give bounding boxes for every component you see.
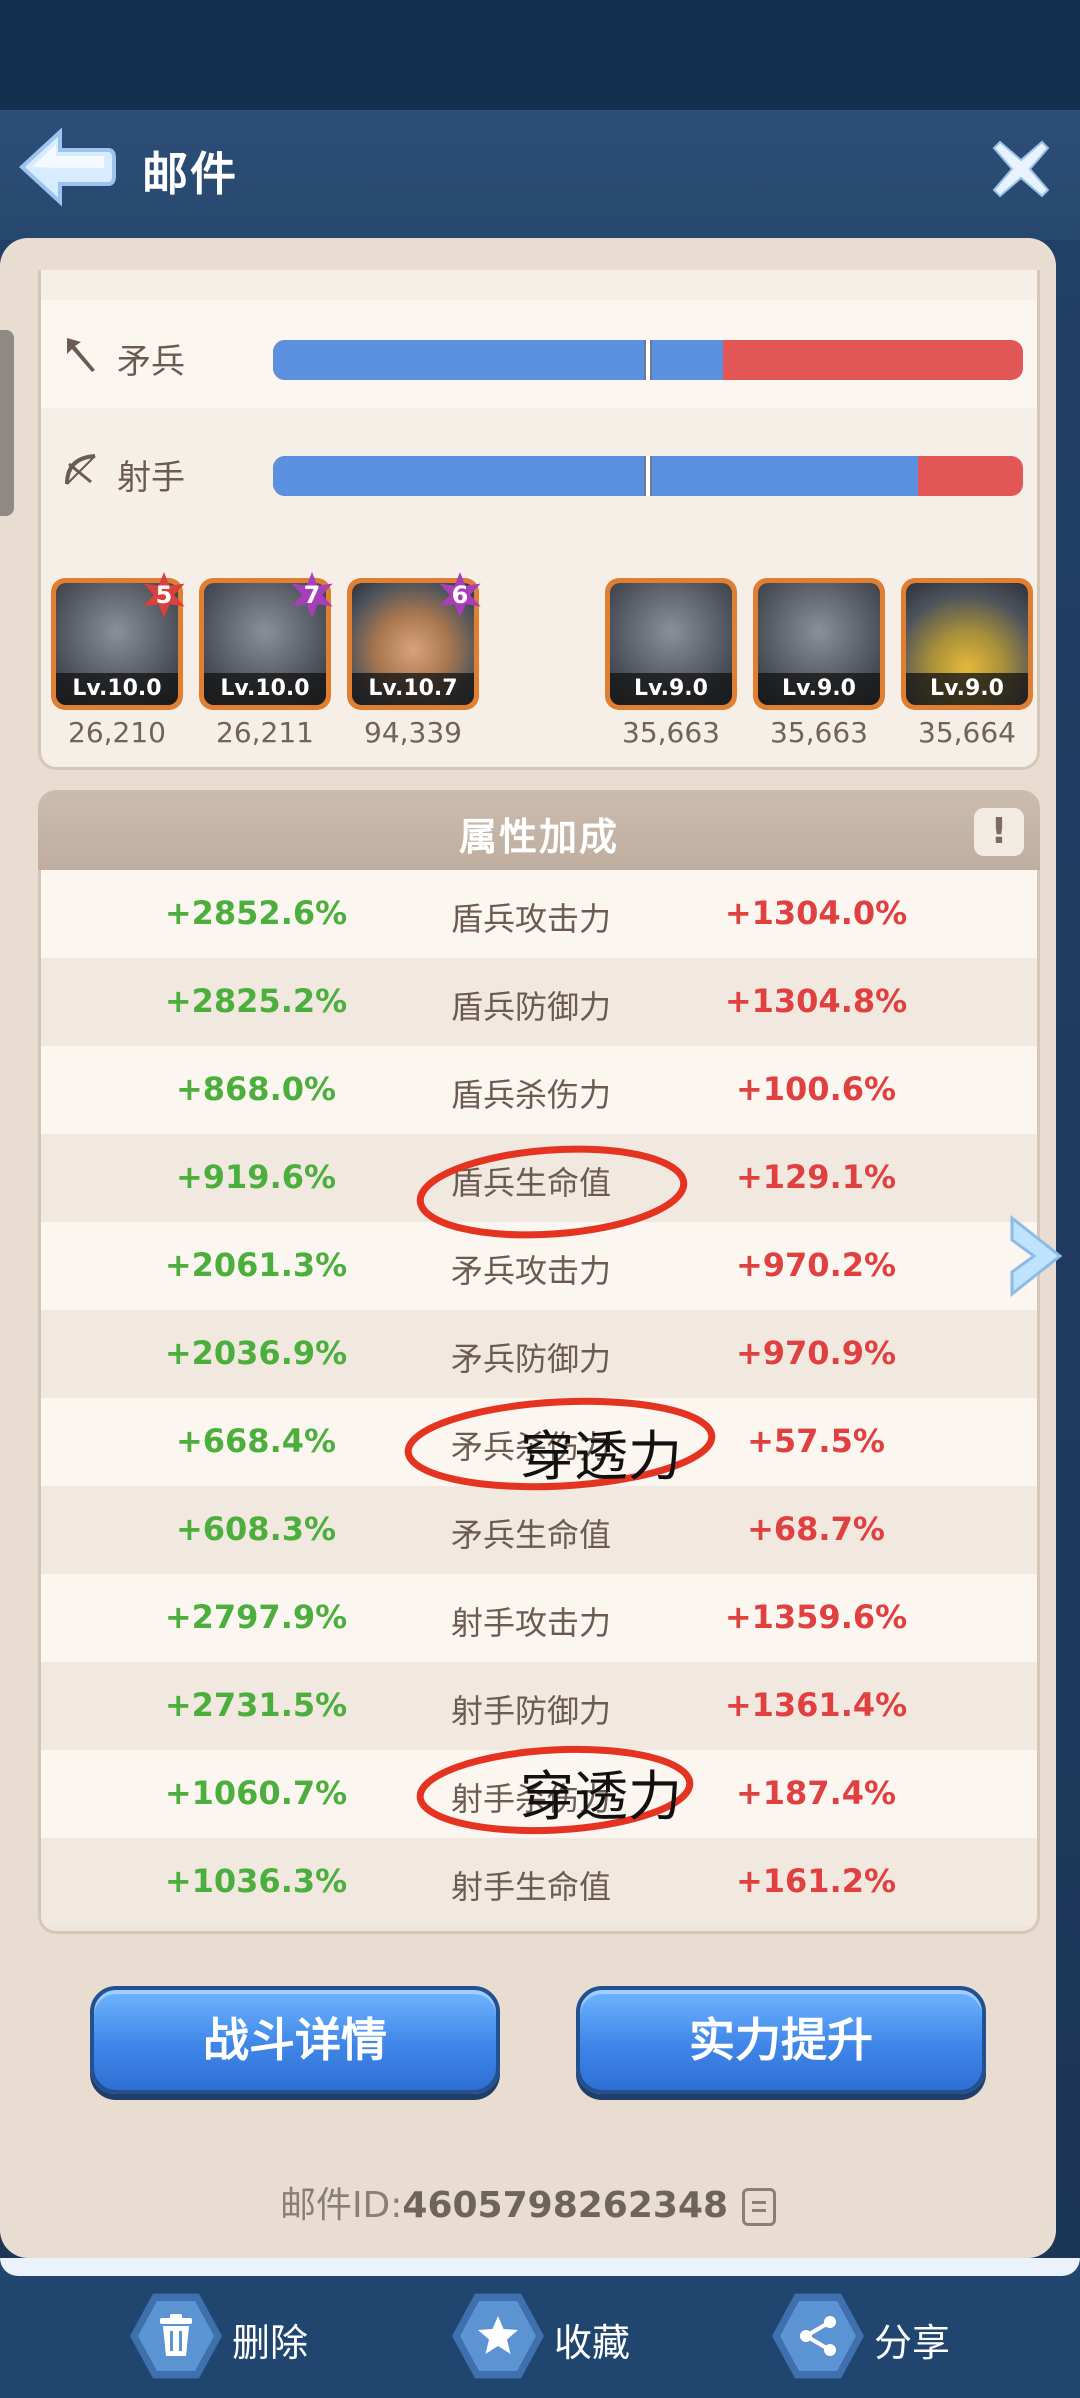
hero-level: Lv.9.0 [758,673,880,705]
bar-marker [644,456,652,496]
hero-card[interactable]: Lv.9.0 35,663 [605,578,737,749]
attribute-title: 属性加成 [458,815,619,859]
side-tab[interactable] [0,330,14,516]
close-icon[interactable] [990,138,1052,200]
hero-card[interactable]: Lv.9.0 35,663 [753,578,885,749]
attribute-row: +2797.9% 射手攻击力 +1359.6% [41,1574,1037,1662]
hero-level: Lv.10.0 [204,673,326,705]
ally-bonus: +2852.6% [164,894,348,932]
page-title: 邮件 [142,147,238,201]
info-button[interactable]: ! [974,808,1024,856]
ally-bonus: +1060.7% [164,1774,348,1812]
share-label: 分享 [874,2321,951,2365]
spear-icon [67,338,95,372]
enemy-bonus: +100.6% [735,1070,897,1108]
hero-card[interactable]: Lv.9.0 35,664 [901,578,1033,749]
hero-power: 94,339 [364,716,462,749]
enemy-bonus: +1304.0% [724,894,908,932]
hero-power: 26,211 [216,716,314,749]
ally-bonus: +1036.3% [164,1862,348,1900]
battle-details-button[interactable]: 战斗详情 [90,1986,500,2094]
enemy-bonus: +129.1% [735,1158,897,1196]
attribute-row: +2036.9% 矛兵防御力 +970.9% [41,1310,1037,1398]
troop-label: 射手 [117,458,185,498]
attribute-name: 射手防御力 [450,1692,611,1730]
attribute-row: +1036.3% 射手生命值 +161.2% [41,1838,1037,1926]
ally-bar [273,340,723,380]
attribute-name: 盾兵防御力 [450,988,611,1026]
attribute-row: +608.3% 矛兵生命值 +68.7% [41,1486,1037,1574]
ally-bonus: +919.6% [175,1158,337,1196]
mail-id: 邮件ID:4605798262348 [0,2176,1056,2228]
attribute-name: 矛兵攻击力 [450,1252,611,1290]
mail-id-label: 邮件ID: [279,2185,403,2226]
attribute-name: 盾兵攻击力 [450,900,611,938]
ally-bonus: +2731.5% [164,1686,348,1724]
enemy-bonus: +1359.6% [724,1598,908,1636]
power-compare-bar [273,456,1023,496]
enemy-bonus: +970.9% [735,1334,897,1372]
attribute-row: +2731.5% 射手防御力 +1361.4% [41,1662,1037,1750]
annotation-text: 穿透力 [520,1425,682,1488]
share-icon [800,2316,836,2356]
hero-level: Lv.10.7 [352,673,474,705]
ally-bonus: +2061.3% [164,1246,348,1284]
attribute-row: +2852.6% 盾兵攻击力 +1304.0% [41,870,1037,958]
power-up-button[interactable]: 实力提升 [576,1986,986,2094]
attribute-row: +2825.2% 盾兵防御力 +1304.8% [41,958,1037,1046]
enemy-bonus: +187.4% [735,1774,897,1812]
power-compare-bar [273,340,1023,380]
copy-icon[interactable] [742,2188,777,2226]
attribute-name: 矛兵防御力 [450,1340,611,1378]
attribute-row: +919.6% 盾兵生命值 +129.1% [41,1134,1037,1222]
status-area [0,0,1080,110]
hero-power: 26,210 [68,716,166,749]
enemy-bonus: +970.2% [735,1246,897,1284]
ally-bonus: +2797.9% [164,1598,348,1636]
ally-bonus: +2825.2% [164,982,348,1020]
enemy-bonus: +1304.8% [724,982,908,1020]
attribute-name: 射手攻击力 [450,1604,611,1642]
bar-marker [644,340,652,380]
attribute-row: +868.0% 盾兵杀伤力 +100.6% [41,1046,1037,1134]
attribute-name: 射手生命值 [450,1868,611,1906]
enemy-bonus: +161.2% [735,1862,897,1900]
star-icon [478,2316,518,2354]
hero-power: 35,663 [770,716,868,749]
mail-id-value: 4605798262348 [402,2185,729,2226]
ally-bonus: +2036.9% [164,1334,348,1372]
hero-card[interactable]: Lv.10.0 7 26,211 [199,572,333,749]
enemy-bonus: +68.7% [747,1510,885,1548]
favorite-label: 收藏 [554,2321,631,2365]
hero-card[interactable]: Lv.10.0 5 26,210 [51,572,185,749]
delete-label: 删除 [232,2321,309,2365]
hero-power: 35,664 [918,716,1016,749]
snow-decoration [0,2258,1080,2276]
trash-icon [160,2314,192,2356]
ally-bonus: +868.0% [175,1070,337,1108]
hero-level: Lv.9.0 [610,673,732,705]
next-arrow-icon[interactable] [1004,1212,1066,1300]
hero-power: 35,663 [622,716,720,749]
attribute-name: 矛兵生命值 [450,1516,611,1554]
troop-label: 矛兵 [117,342,185,382]
annotation-text: 穿透力 [520,1765,682,1828]
attribute-name: 盾兵生命值 [450,1164,611,1202]
ally-bonus: +668.4% [175,1422,337,1460]
bow-icon [65,454,96,485]
hero-card[interactable]: Lv.10.7 6 94,339 [347,572,481,749]
battle-summary-card: 矛兵 射手 Lv.10.0 5 26,210 Lv.10.0 7 26,211 [38,270,1040,770]
attribute-row: +2061.3% 矛兵攻击力 +970.2% [41,1222,1037,1310]
troop-bar-row: 射手 [41,416,1037,524]
back-arrow-icon[interactable] [16,122,116,212]
ally-bar [273,456,918,496]
troop-bar-row: 矛兵 [41,300,1037,408]
hero-level: Lv.9.0 [906,673,1028,705]
enemy-bonus: +57.5% [747,1422,885,1460]
ally-bonus: +608.3% [175,1510,337,1548]
attribute-name: 盾兵杀伤力 [450,1076,611,1114]
enemy-bonus: +1361.4% [724,1686,908,1724]
attribute-header: 属性加成 ! [38,790,1040,870]
hero-level: Lv.10.0 [56,673,178,705]
